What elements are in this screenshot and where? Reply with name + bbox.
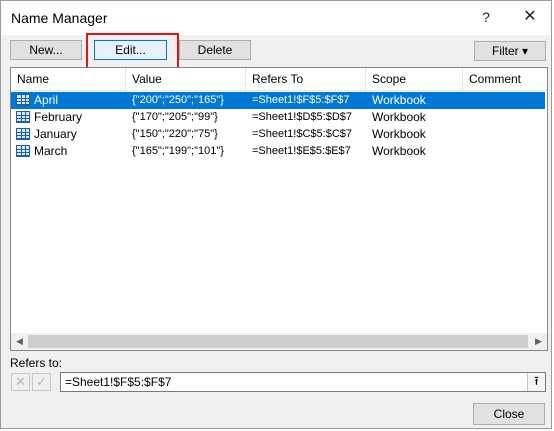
- column-header-refers-to[interactable]: Refers To: [246, 68, 366, 90]
- names-list[interactable]: Name Value Refers To Scope Comment April…: [10, 67, 548, 351]
- row-value: {"170";"205";"99"}: [132, 111, 218, 123]
- row-scope: Workbook: [372, 110, 426, 124]
- refers-to-input[interactable]: =Sheet1!$F$5:$F$7: [60, 372, 546, 392]
- refers-to-label: Refers to:: [10, 356, 63, 370]
- confirm-edit-icon[interactable]: ✓: [32, 373, 51, 391]
- column-header-comment[interactable]: Comment: [463, 68, 548, 90]
- row-name: March: [34, 144, 68, 158]
- row-value: {"165";"199";"101"}: [132, 145, 224, 157]
- scroll-left-icon[interactable]: ◀: [11, 333, 28, 350]
- edit-button-highlight: [86, 33, 179, 69]
- row-name: January: [34, 127, 77, 141]
- named-range-icon: [16, 94, 30, 106]
- table-row[interactable]: February {"170";"205";"99"} =Sheet1!$D$5…: [11, 109, 545, 126]
- scrollbar-thumb[interactable]: [28, 335, 528, 348]
- row-value: {"150";"220";"75"}: [132, 128, 218, 140]
- named-range-icon: [16, 128, 30, 140]
- close-button[interactable]: Close: [473, 403, 545, 425]
- row-scope: Workbook: [372, 127, 426, 141]
- named-range-icon: [16, 111, 30, 123]
- scroll-right-icon[interactable]: ▶: [530, 333, 547, 350]
- row-scope: Workbook: [372, 144, 426, 158]
- column-header-value[interactable]: Value: [126, 68, 246, 90]
- list-header: Name Value Refers To Scope Comment: [11, 68, 547, 91]
- row-refers-to: =Sheet1!$C$5:$C$7: [252, 128, 352, 140]
- dialog-title: Name Manager: [11, 10, 108, 26]
- row-scope: Workbook: [372, 93, 426, 107]
- delete-button[interactable]: Delete: [179, 40, 251, 60]
- row-value: {"200";"250";"165"}: [132, 94, 224, 106]
- new-button[interactable]: New...: [10, 40, 82, 60]
- row-refers-to: =Sheet1!$D$5:$D$7: [252, 111, 352, 123]
- table-row[interactable]: April {"200";"250";"165"} =Sheet1!$F$5:$…: [11, 92, 545, 109]
- name-manager-dialog: Name Manager ? ✕ New... Edit... Delete F…: [0, 0, 552, 429]
- row-refers-to: =Sheet1!$F$5:$F$7: [252, 94, 350, 106]
- horizontal-scrollbar[interactable]: ◀ ▶: [11, 333, 547, 350]
- column-header-scope[interactable]: Scope: [366, 68, 463, 90]
- row-name: April: [34, 93, 59, 107]
- help-button[interactable]: ?: [471, 6, 501, 28]
- row-name: February: [34, 110, 83, 124]
- filter-button[interactable]: Filter ▾: [474, 41, 546, 61]
- title-bar: Name Manager ? ✕: [1, 1, 551, 35]
- table-row[interactable]: January {"150";"220";"75"} =Sheet1!$C$5:…: [11, 126, 545, 143]
- collapse-dialog-icon[interactable]: ⭱: [527, 373, 545, 391]
- column-header-name[interactable]: Name: [11, 68, 126, 90]
- row-refers-to: =Sheet1!$E$5:$E$7: [252, 145, 351, 157]
- close-icon[interactable]: ✕: [515, 6, 545, 28]
- cancel-edit-icon[interactable]: ✕: [11, 373, 30, 391]
- named-range-icon: [16, 145, 30, 157]
- table-row[interactable]: March {"165";"199";"101"} =Sheet1!$E$5:$…: [11, 143, 545, 160]
